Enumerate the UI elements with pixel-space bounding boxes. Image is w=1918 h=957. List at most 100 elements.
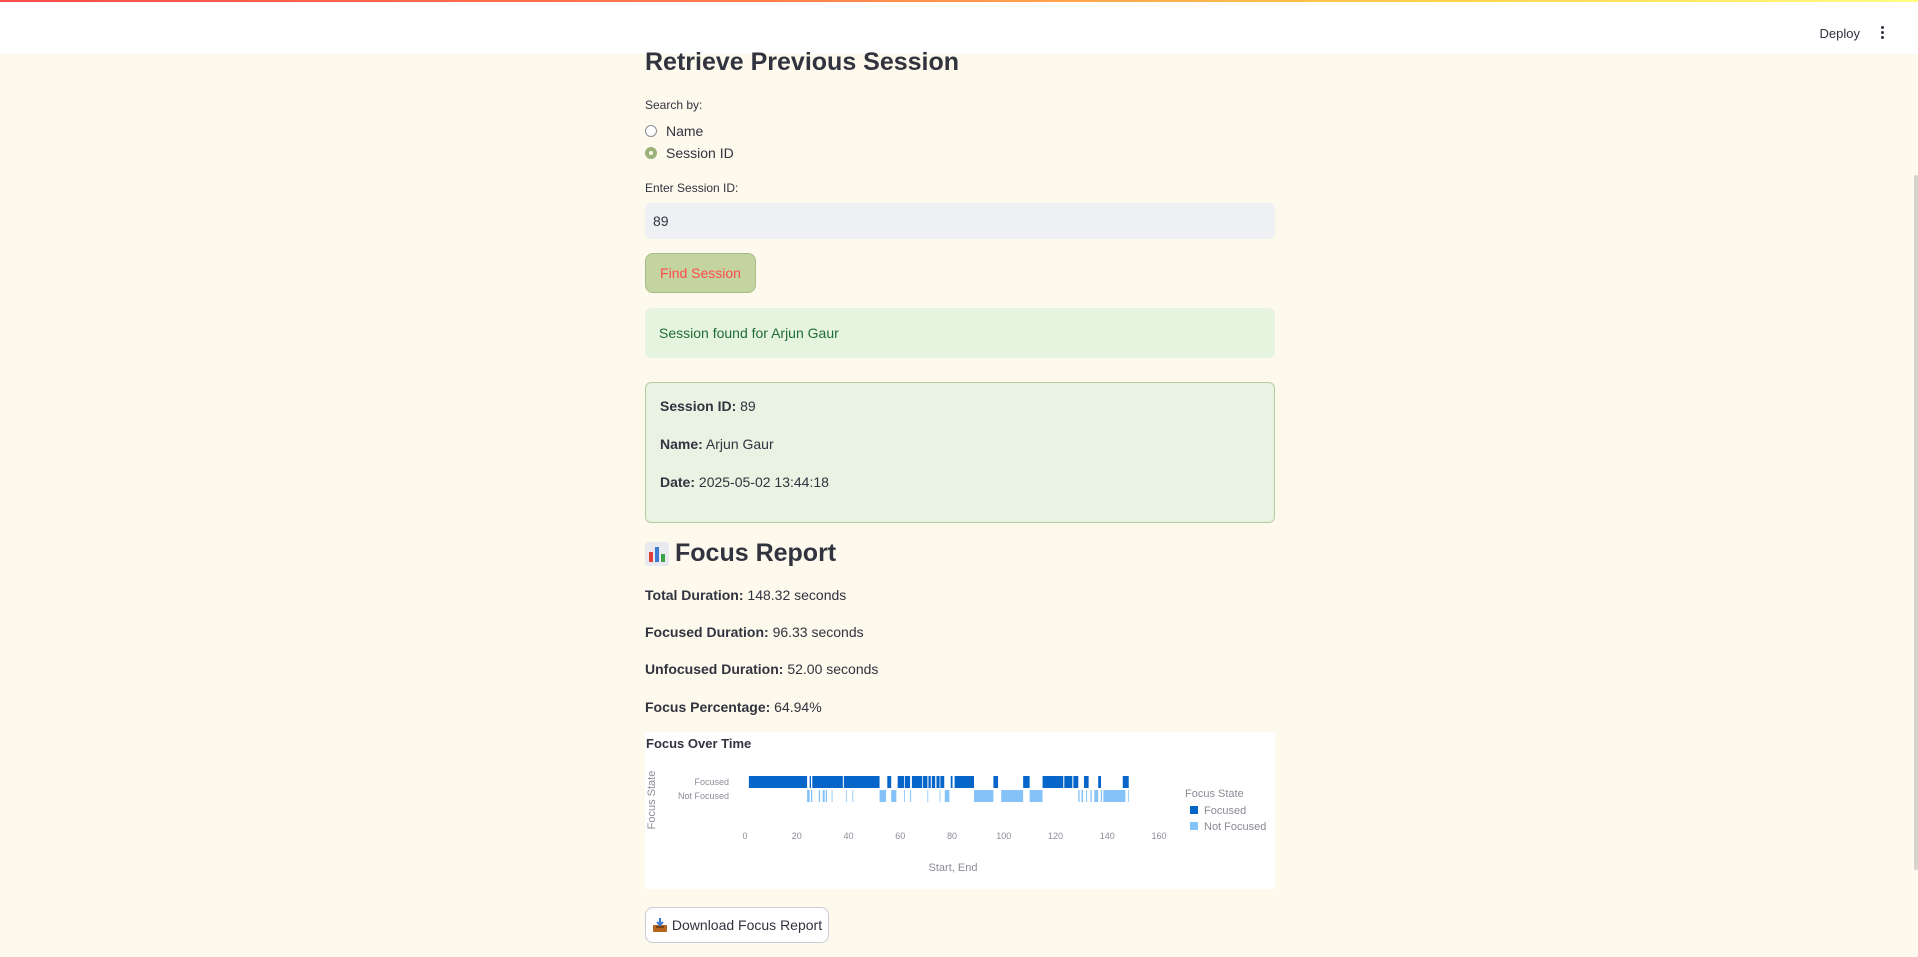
not-focused-bar: [831, 790, 833, 802]
session-id-line: Session ID: 89: [660, 398, 756, 414]
radio-label-session-id: Session ID: [666, 145, 734, 161]
x-tick-label: 100: [996, 831, 1011, 841]
not-focused-bar: [845, 790, 847, 802]
x-tick-label: 80: [947, 831, 957, 841]
focused-bar: [1083, 776, 1089, 788]
legend-entry: Focused: [1204, 805, 1246, 817]
radio-option-name[interactable]: Name: [645, 123, 703, 139]
focused-bar: [812, 776, 843, 788]
focused-bar: [954, 776, 974, 788]
page-title: Retrieve Previous Session: [645, 48, 960, 76]
not-focused-bar: [904, 790, 905, 802]
not-focused-bar: [910, 790, 912, 802]
success-message: Session found for Arjun Gaur: [659, 325, 839, 341]
focused-bar: [1042, 776, 1064, 788]
x-tick-label: 40: [843, 831, 853, 841]
chart-title: Focus Over Time: [646, 736, 751, 751]
not-focused-bar: [818, 790, 821, 802]
focused-bar: [940, 776, 945, 788]
radio-option-session-id[interactable]: Session ID: [645, 145, 734, 161]
not-focused-bar: [891, 790, 897, 802]
download-report-button[interactable]: Download Focus Report: [645, 907, 829, 943]
not-focused-bar: [1103, 790, 1126, 802]
stat-unfocused-duration: Unfocused Duration: 52.00 seconds: [645, 661, 878, 677]
not-focused-bar: [944, 790, 950, 802]
stat-label: Total Duration:: [645, 587, 744, 603]
x-tick-label: 0: [742, 831, 747, 841]
stat-value: 96.33 seconds: [772, 624, 864, 640]
focused-bar: [936, 776, 940, 788]
focus-chart-svg: Focus Over Time Focus State Start, End F…: [646, 736, 1266, 874]
session-date-line: Date: 2025-05-02 13:44:18: [660, 474, 829, 490]
focused-bar: [1064, 776, 1073, 788]
radio-unchecked-icon[interactable]: [645, 125, 657, 137]
session-date-key: Date:: [660, 474, 696, 490]
page-scrollbar[interactable]: [1914, 175, 1918, 870]
stat-value: 64.94%: [774, 699, 822, 715]
focused-bar: [1023, 776, 1030, 788]
focused-bar: [1073, 776, 1079, 788]
not-focused-bar: [1001, 790, 1024, 802]
session-id-value: 89: [740, 398, 756, 414]
session-id-key: Session ID:: [660, 398, 737, 414]
y-tick-label: Focused: [694, 777, 729, 787]
legend-swatch: [1190, 806, 1198, 814]
focus-report-title: Focus Report: [675, 539, 837, 567]
x-tick-label: 160: [1151, 831, 1166, 841]
search-by-label: Search by:: [645, 98, 703, 112]
stat-label: Focused Duration:: [645, 624, 769, 640]
not-focused-bar: [879, 790, 887, 802]
not-focused-bar: [939, 790, 941, 802]
y-axis-title: Focus State: [646, 771, 658, 830]
focused-bar: [931, 776, 936, 788]
not-focused-bar: [810, 790, 813, 802]
download-button-label: Download Focus Report: [671, 917, 823, 933]
y-tick-label: Not Focused: [678, 791, 729, 801]
focused-bar: [950, 776, 953, 788]
focused-bar: [911, 776, 923, 788]
inbox-tray-icon: [652, 917, 668, 933]
focused-bar: [993, 776, 999, 788]
not-focused-bar: [1090, 790, 1092, 802]
legend-swatch: [1190, 822, 1198, 830]
focused-bar: [904, 776, 911, 788]
session-name-line: Name: Arjun Gaur: [660, 436, 774, 452]
focused-bar: [923, 776, 928, 788]
not-focused-bar: [927, 790, 929, 802]
not-focused-bar: [1100, 790, 1103, 802]
focus-over-time-chart: Focus Over Time Focus State Start, End F…: [645, 732, 1275, 889]
session-id-input[interactable]: [645, 203, 1275, 239]
legend-entry: Not Focused: [1204, 821, 1266, 833]
focused-bar: [748, 776, 808, 788]
stat-focus-percentage: Focus Percentage: 64.94%: [645, 699, 822, 715]
not-focused-bar: [825, 790, 828, 802]
session-date-value: 2025-05-02 13:44:18: [698, 474, 829, 490]
radio-checked-icon[interactable]: [645, 147, 657, 159]
focused-bar: [809, 776, 811, 788]
not-focused-bar: [1127, 790, 1129, 802]
focused-bar: [887, 776, 892, 788]
x-tick-label: 140: [1100, 831, 1115, 841]
not-focused-bar: [807, 790, 810, 802]
x-tick-label: 120: [1048, 831, 1063, 841]
x-tick-label: 60: [895, 831, 905, 841]
deploy-button[interactable]: Deploy: [1820, 26, 1860, 41]
not-focused-bar: [852, 790, 854, 802]
focused-bar: [1098, 776, 1102, 788]
session-name-value: Arjun Gaur: [705, 436, 774, 452]
app-header: Deploy: [0, 2, 1918, 54]
focused-bar: [1122, 776, 1129, 788]
not-focused-bar: [1086, 790, 1088, 802]
stat-focused-duration: Focused Duration: 96.33 seconds: [645, 624, 864, 640]
x-tick-label: 20: [792, 831, 802, 841]
radio-label-name: Name: [666, 123, 704, 139]
focused-bar: [928, 776, 931, 788]
bar-chart-icon: [645, 541, 669, 566]
stat-value: 148.32 seconds: [747, 587, 847, 603]
x-axis-title: Start, End: [929, 862, 978, 874]
find-session-button[interactable]: Find Session: [645, 253, 756, 293]
kebab-menu-icon[interactable]: [1874, 22, 1890, 42]
stat-total-duration: Total Duration: 148.32 seconds: [645, 587, 846, 603]
not-focused-bar: [822, 790, 825, 802]
focused-bar: [843, 776, 880, 788]
